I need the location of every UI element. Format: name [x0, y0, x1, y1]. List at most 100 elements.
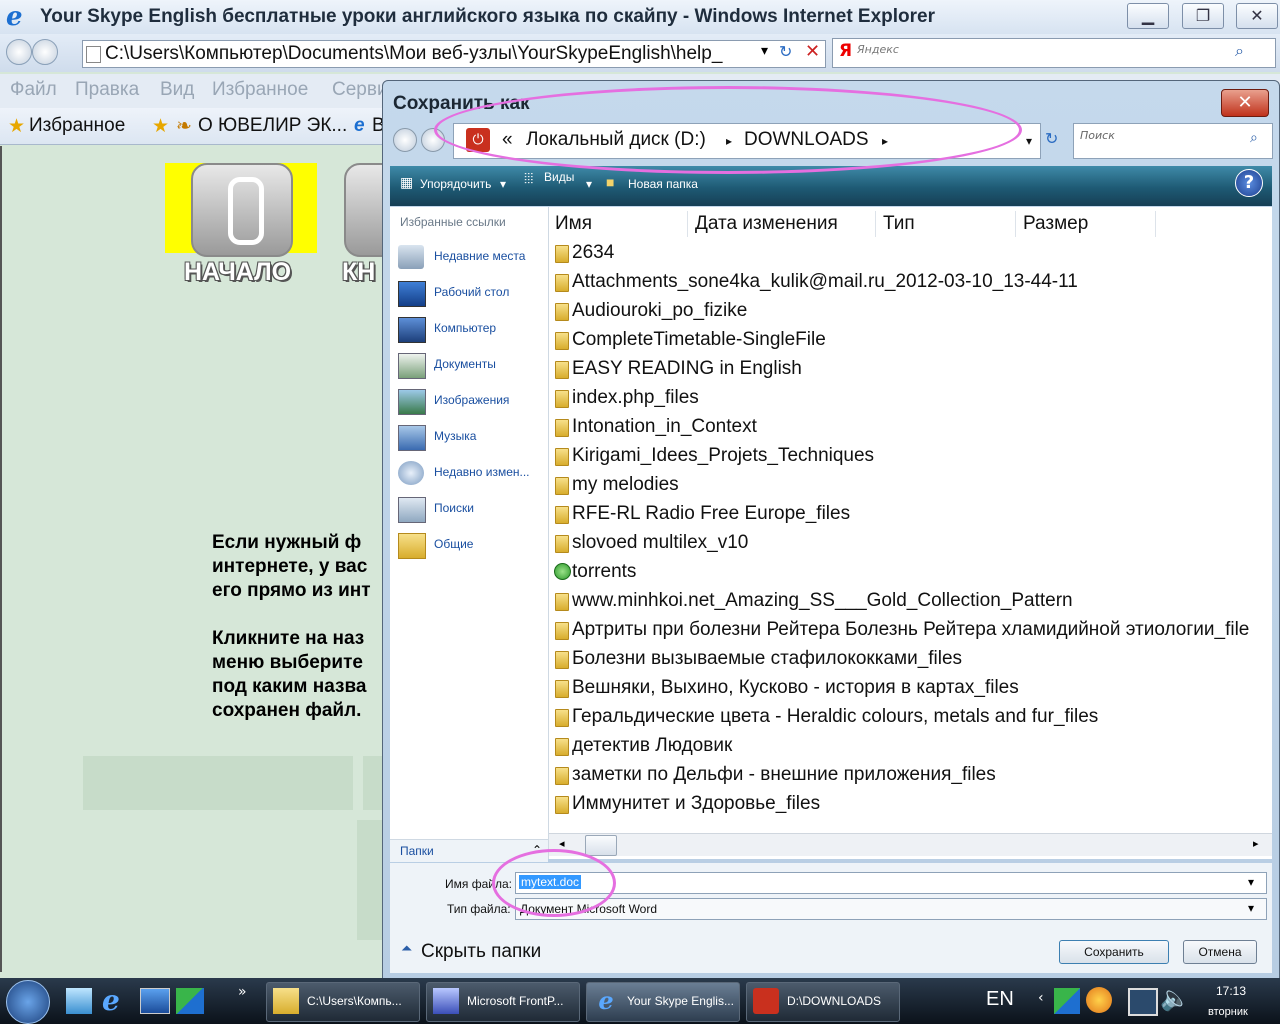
- scroll-left-icon[interactable]: ◂: [559, 837, 565, 850]
- menu-edit[interactable]: Правка: [75, 79, 139, 101]
- volume-icon[interactable]: 🔈: [1160, 984, 1190, 1012]
- help-icon[interactable]: ?: [1235, 169, 1263, 197]
- filetype-select[interactable]: Документ Microsoft Word ▾: [515, 898, 1267, 920]
- minimize-button[interactable]: ▁: [1127, 3, 1169, 29]
- dialog-search-input[interactable]: Поиск ⌕: [1073, 123, 1273, 159]
- organize-button[interactable]: Упорядочить: [420, 177, 491, 191]
- chevron-down-icon[interactable]: ▾: [1248, 901, 1254, 915]
- save-button[interactable]: Сохранить: [1059, 940, 1169, 964]
- menu-favorites[interactable]: Избранное: [212, 79, 308, 101]
- nav-label-2[interactable]: КН: [342, 258, 375, 287]
- list-item[interactable]: Иммунитет и Здоровье_files: [553, 791, 1272, 820]
- quicklaunch-switch-icon[interactable]: [176, 988, 204, 1014]
- start-tile-button[interactable]: [191, 163, 293, 257]
- language-indicator[interactable]: EN: [986, 988, 1014, 1011]
- col-type[interactable]: Тип: [877, 211, 1016, 237]
- fav-searches[interactable]: Поиски: [398, 495, 546, 525]
- menu-file[interactable]: Файл: [10, 79, 57, 101]
- scroll-right-icon[interactable]: ▸: [1253, 837, 1259, 850]
- horizontal-scrollbar[interactable]: ◂ ▸: [549, 833, 1272, 856]
- stop-icon[interactable]: ✕: [805, 41, 820, 62]
- list-item[interactable]: index.php_files: [553, 385, 1272, 414]
- clock-time[interactable]: 17:13: [1216, 984, 1246, 998]
- taskbar-item-downloads[interactable]: D:\DOWNLOADS: [746, 982, 900, 1022]
- dialog-back-button[interactable]: [393, 128, 417, 152]
- chevron-down-icon[interactable]: ▾: [1026, 134, 1032, 148]
- fav-public[interactable]: Общие: [398, 531, 546, 561]
- cancel-button[interactable]: Отмена: [1183, 940, 1257, 964]
- favorites-header: Избранные ссылки: [400, 215, 506, 229]
- fav-recently-changed[interactable]: Недавно измен...: [398, 459, 546, 489]
- fav-recent-places[interactable]: Недавние места: [398, 243, 546, 273]
- list-item[interactable]: EASY READING in English: [553, 356, 1272, 385]
- list-item[interactable]: torrents: [553, 559, 1272, 588]
- show-hidden-icons[interactable]: ‹: [1038, 990, 1044, 1006]
- refresh-icon[interactable]: ↻: [779, 42, 792, 61]
- search-icon[interactable]: ⌕: [1250, 130, 1258, 146]
- list-item[interactable]: Audiouroki_po_fizike: [553, 298, 1272, 327]
- fav-pictures[interactable]: Изображения: [398, 387, 546, 417]
- list-item[interactable]: Attachments_sone4ka_kulik@mail.ru_2012-0…: [553, 269, 1272, 298]
- search-icon[interactable]: ⌕: [1235, 41, 1244, 61]
- list-item[interactable]: RFE-RL Radio Free Europe_files: [553, 501, 1272, 530]
- list-item[interactable]: детектив Людовик: [553, 733, 1272, 762]
- add-favorite-icon[interactable]: ★: [152, 115, 169, 138]
- fav-documents[interactable]: Документы: [398, 351, 546, 381]
- favorites-button[interactable]: Избранное: [29, 115, 125, 137]
- start-button[interactable]: [6, 980, 50, 1024]
- scrollbar-thumb[interactable]: [585, 835, 617, 856]
- quicklaunch-ie-icon[interactable]: e: [102, 984, 120, 1017]
- views-button[interactable]: Виды: [544, 170, 574, 184]
- list-item[interactable]: www.minhkoi.net_Amazing_SS___Gold_Collec…: [553, 588, 1272, 617]
- list-item[interactable]: Болезни вызываемые стафилококками_files: [553, 646, 1272, 675]
- maximize-button[interactable]: ❐: [1182, 3, 1224, 29]
- list-item[interactable]: Геральдические цвета - Heraldic colours,…: [553, 704, 1272, 733]
- list-item[interactable]: Kirigami_Idees_Projets_Techniques: [553, 443, 1272, 472]
- list-item[interactable]: my melodies: [553, 472, 1272, 501]
- taskbar-item-frontpage[interactable]: Microsoft FrontP...: [426, 982, 580, 1022]
- list-item[interactable]: CompleteTimetable-SingleFile: [553, 327, 1272, 356]
- list-item[interactable]: Вешняки, Выхино, Кусково - история в кар…: [553, 675, 1272, 704]
- address-dropdown-icon[interactable]: ▾: [761, 43, 768, 59]
- list-item[interactable]: 2634: [553, 240, 1272, 269]
- chevron-down-icon[interactable]: ▾: [1248, 875, 1254, 889]
- quicklaunch-more[interactable]: »: [238, 984, 247, 1000]
- col-name[interactable]: Имя: [549, 211, 688, 237]
- tray-player-icon[interactable]: [1086, 987, 1112, 1013]
- taskbar-item-ie[interactable]: e Your Skype Englis...: [586, 982, 740, 1022]
- quicklaunch-app-icon[interactable]: [66, 988, 92, 1014]
- fav-computer[interactable]: Компьютер: [398, 315, 546, 345]
- chevron-down-icon[interactable]: ▾: [586, 177, 592, 191]
- chevron-up-circle-icon[interactable]: ⏶: [401, 941, 412, 957]
- tray-app-icon[interactable]: [1054, 988, 1080, 1014]
- dialog-close-button[interactable]: ✕: [1221, 89, 1269, 117]
- chevron-down-icon[interactable]: ▾: [500, 177, 506, 191]
- list-item[interactable]: Артриты при болезни Рейтера Болезнь Рейт…: [553, 617, 1272, 646]
- forward-button[interactable]: [32, 39, 58, 65]
- filename-input[interactable]: mytext.doc ▾: [515, 872, 1267, 894]
- col-size[interactable]: Размер: [1017, 211, 1156, 237]
- searches-icon: [398, 497, 426, 523]
- taskbar-item-explorer[interactable]: C:\Users\Компь...: [266, 982, 420, 1022]
- menu-tools[interactable]: Серви: [332, 79, 388, 101]
- window-close-button[interactable]: ✕: [1236, 3, 1278, 29]
- new-folder-button[interactable]: Новая папка: [628, 177, 698, 191]
- col-date[interactable]: Дата изменения: [689, 211, 876, 237]
- address-bar[interactable]: C:\Users\Компьютер\Documents\Мои веб-узл…: [82, 40, 826, 68]
- fav-music[interactable]: Музыка: [398, 423, 546, 453]
- list-item[interactable]: slovoed multilex_v10: [553, 530, 1272, 559]
- show-desktop-icon[interactable]: [140, 988, 170, 1014]
- clock-day[interactable]: вторник: [1208, 1006, 1248, 1018]
- network-icon[interactable]: [1128, 988, 1158, 1016]
- dialog-refresh-icon[interactable]: ↻: [1045, 129, 1058, 148]
- menu-view[interactable]: Вид: [160, 79, 194, 101]
- back-button[interactable]: [6, 39, 32, 65]
- favorite-link-1[interactable]: О ЮВЕЛИР ЭК...: [198, 115, 347, 137]
- nav-label-start[interactable]: НАЧАЛО: [184, 258, 291, 287]
- nav-tile-start[interactable]: [165, 163, 317, 257]
- hide-folders-button[interactable]: Скрыть папки: [421, 941, 541, 963]
- list-item[interactable]: заметки по Дельфи - внешние приложения_f…: [553, 762, 1272, 791]
- fav-desktop[interactable]: Рабочий стол: [398, 279, 546, 309]
- yandex-search-input[interactable]: Я Яндекс ⌕: [832, 38, 1276, 68]
- list-item[interactable]: Intonation_in_Context: [553, 414, 1272, 443]
